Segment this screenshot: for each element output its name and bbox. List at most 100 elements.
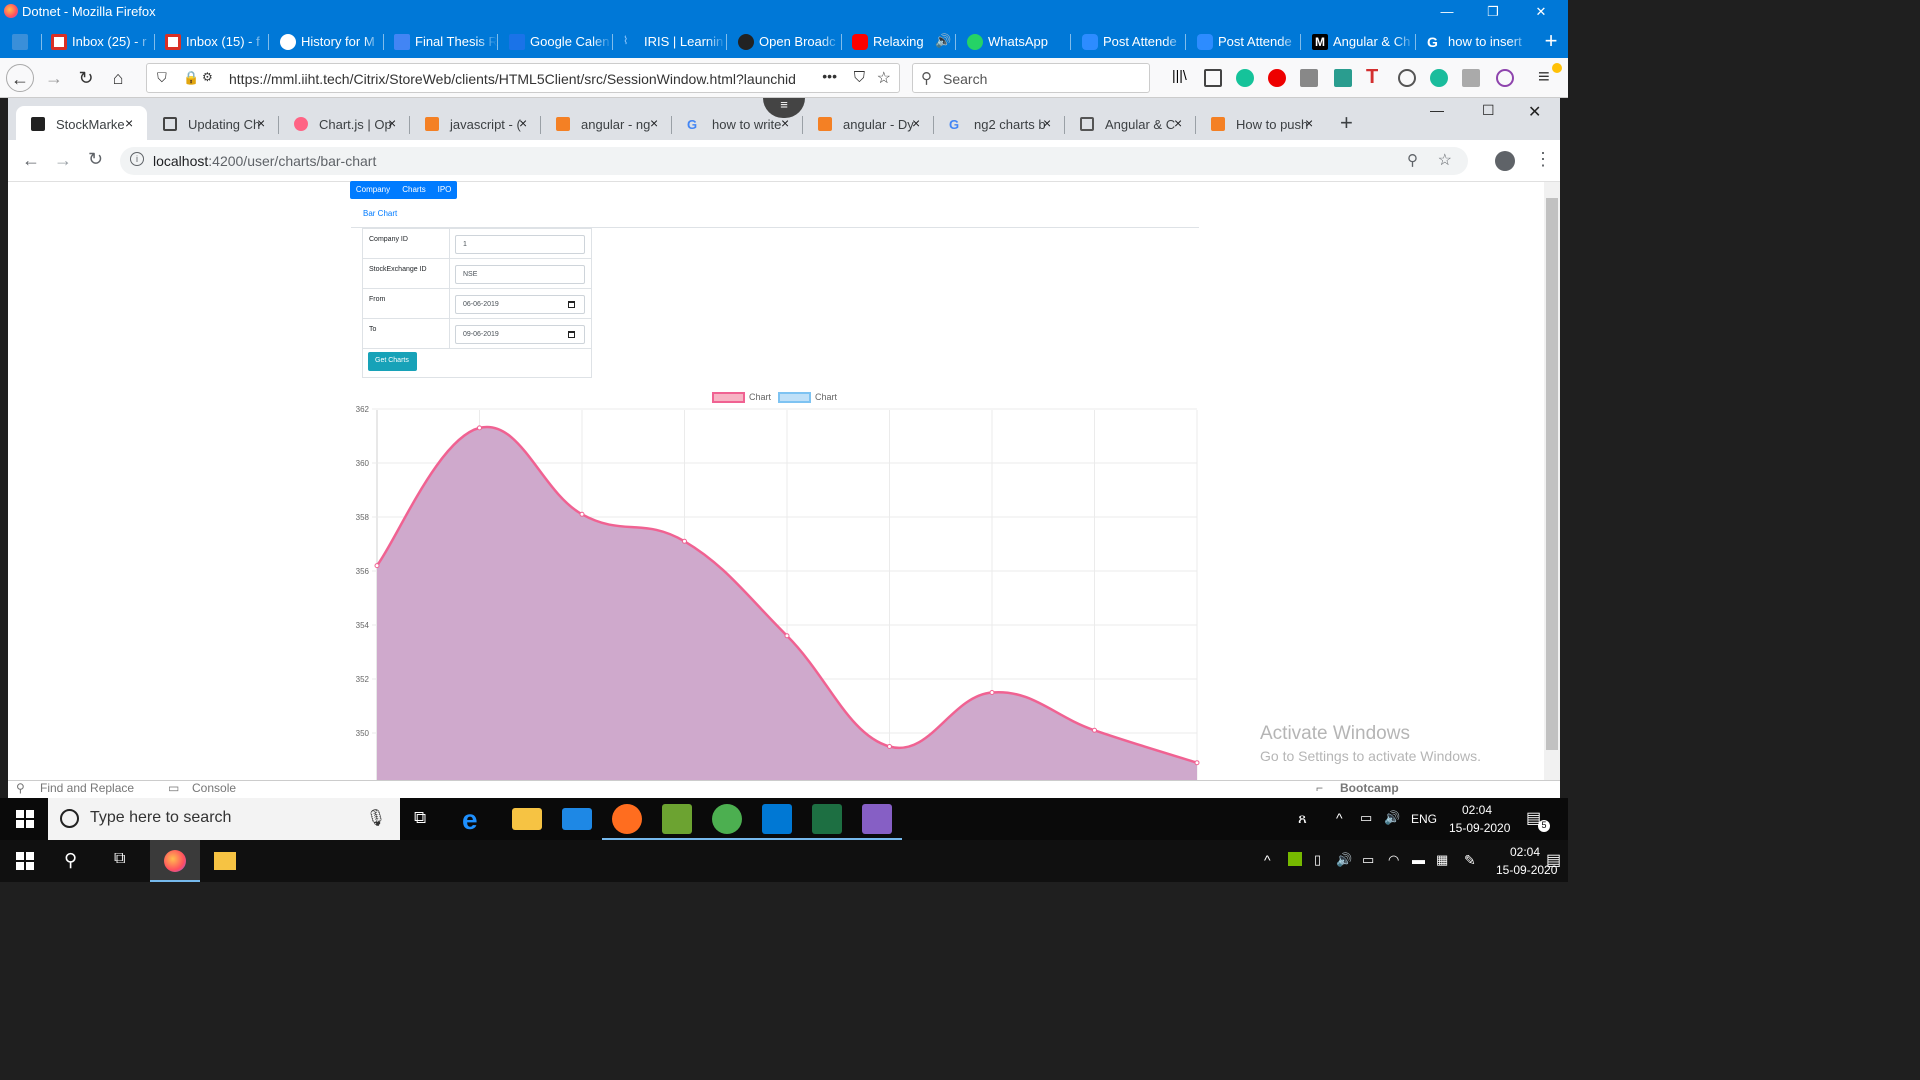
visual-studio-icon[interactable] [852,804,902,840]
grammarly-icon[interactable] [1236,69,1254,87]
keyboard-icon[interactable]: ▬ [1412,852,1425,867]
firefox-tab[interactable] [0,26,42,58]
close-tab-icon[interactable]: × [257,115,271,131]
volume-icon[interactable]: 🔊 [1384,810,1400,826]
info-icon[interactable]: i [130,152,144,166]
scrollbar-thumb[interactable] [1546,198,1558,750]
taskbar-search[interactable]: Type here to search 🎙 [48,798,400,840]
chrome-tab[interactable]: Updating Ch × [148,106,279,140]
task-view-icon[interactable]: ⧉ [414,808,426,828]
clock-date[interactable]: 15-09-2020 [1449,821,1510,835]
mail-icon[interactable] [562,808,592,830]
vscode-icon[interactable] [752,804,802,840]
wifi-icon[interactable]: ◠ [1388,852,1399,868]
host-search-icon[interactable]: ⚲ [64,850,77,871]
chrome-tab[interactable]: angular - Dy × [803,106,934,140]
permissions-icon[interactable]: ⚙ [202,70,213,84]
touch-keyboard-icon[interactable]: ▦ [1436,852,1448,868]
close-tab-icon[interactable]: × [1043,115,1057,131]
chrome-close-button[interactable]: ✕ [1528,102,1541,122]
close-window-button[interactable]: ✕ [1518,0,1564,24]
clock-time[interactable]: 02:04 [1462,803,1492,817]
console-tab[interactable]: Console [192,781,236,795]
picture-icon[interactable] [1462,69,1480,87]
find-replace-tab[interactable]: Find and Replace [40,781,134,795]
shield-icon[interactable]: ⛉ [157,70,167,86]
pocket-icon[interactable]: ⛉ [854,69,865,86]
firefox-tab[interactable]: Final Thesis R [385,26,498,58]
nav-ipo[interactable]: IPO [432,181,457,199]
save-icon[interactable] [1334,69,1352,87]
account-icon[interactable] [1398,69,1416,87]
menu-icon[interactable]: ≡ [1538,66,1550,89]
vpn-icon[interactable] [1496,69,1514,87]
close-tab-icon[interactable]: × [125,115,139,131]
chrome-minimize-button[interactable]: — [1430,102,1444,118]
close-tab-icon[interactable]: × [519,115,533,131]
network-icon[interactable]: ▭ [1360,810,1372,826]
host-tray-expand-icon[interactable]: ^ [1264,852,1271,868]
host-start-button[interactable] [16,852,34,870]
page-scrollbar[interactable] [1544,182,1560,780]
language-indicator[interactable]: ENG [1411,812,1437,826]
battery-icon[interactable]: ▯ [1314,852,1321,868]
reload-button[interactable]: ↻ [72,64,100,92]
firefox-tab[interactable]: M Angular & Ch [1303,26,1416,58]
display-icon[interactable]: ▭ [1362,852,1374,868]
microphone-icon[interactable]: 🎙 [366,808,386,828]
close-tab-icon[interactable]: × [1305,115,1319,131]
edge-icon[interactable]: e [462,804,492,835]
new-tab-button[interactable]: + [1536,28,1566,56]
nvidia-icon[interactable] [1288,852,1302,866]
excel-icon[interactable] [802,804,852,840]
firefox-tab[interactable]: Post Attende [1188,26,1301,58]
calendar-icon[interactable] [568,301,575,308]
extension-icon[interactable] [1300,69,1318,87]
chrome-forward-button[interactable]: → [54,150,72,171]
host-clock-time[interactable]: 02:04 [1510,845,1540,859]
forward-button[interactable]: → [40,64,68,92]
tray-expand-icon[interactable]: ^ [1336,810,1343,826]
firefox-tab[interactable]: Relaxing 🔊 [843,26,956,58]
chrome-tab[interactable]: Angular & C × [1065,106,1196,140]
chrome-reload-button[interactable]: ↻ [88,149,103,170]
chrome-new-tab-button[interactable]: + [1340,110,1353,136]
home-button[interactable]: ⌂ [104,64,132,92]
opera-icon[interactable] [1268,69,1286,87]
breadcrumb-bar-chart[interactable]: Bar Chart [363,209,397,218]
host-notification-icon[interactable]: ▤ [1546,850,1561,870]
close-tab-icon[interactable]: × [1174,115,1188,131]
chrome-tab-active[interactable]: StockMarke × [16,106,147,140]
chrome-tab[interactable]: How to push × [1196,106,1327,140]
from-date-input[interactable]: 06-06-2019 [455,295,585,314]
chrome-menu-icon[interactable]: ⋮ [1534,149,1552,170]
zoom-icon[interactable]: ⚲ [1407,151,1418,169]
bookmark-star-icon[interactable]: ☆ [877,68,891,88]
lock-icon[interactable]: 🔒 [183,70,199,86]
host-volume-icon[interactable]: 🔊 [1336,852,1352,868]
firefox-url-bar[interactable]: ⛉ 🔒 ⚙ https://mml.iiht.tech/Citrix/Store… [146,63,900,93]
firefox-tab[interactable]: Ghow to insert [1418,26,1531,58]
postman-icon[interactable] [602,804,652,840]
firefox-tab[interactable]: Open Broadc [729,26,842,58]
firefox-tab[interactable]: ⌇ IRIS | Learnin [614,26,727,58]
start-button[interactable] [16,810,34,828]
m-extension-icon[interactable] [1430,69,1448,87]
chrome-back-button[interactable]: ← [22,150,40,171]
chrome-icon[interactable] [702,804,752,840]
close-tab-icon[interactable]: × [388,115,402,131]
sidebar-icon[interactable] [1204,69,1222,87]
page-actions-button[interactable]: ••• [816,68,837,84]
firefox-tab[interactable]: Inbox (15) - f [156,26,269,58]
speaker-icon[interactable]: 🔊 [935,33,951,49]
restore-button[interactable]: ❐ [1470,0,1516,24]
chrome-tab[interactable]: Gng2 charts b × [934,106,1065,140]
chrome-url-field[interactable]: i localhost:4200/user/charts/bar-chart ⚲… [120,147,1468,175]
calendar-icon[interactable] [568,331,575,338]
nav-charts[interactable]: Charts [396,181,432,199]
firefox-tab[interactable]: History for M [271,26,384,58]
host-firefox-button[interactable] [150,840,200,882]
firefox-tab[interactable]: Inbox (25) - r [42,26,155,58]
bootcamp-label[interactable]: Bootcamp [1340,781,1399,795]
text-icon[interactable]: T [1366,66,1384,88]
